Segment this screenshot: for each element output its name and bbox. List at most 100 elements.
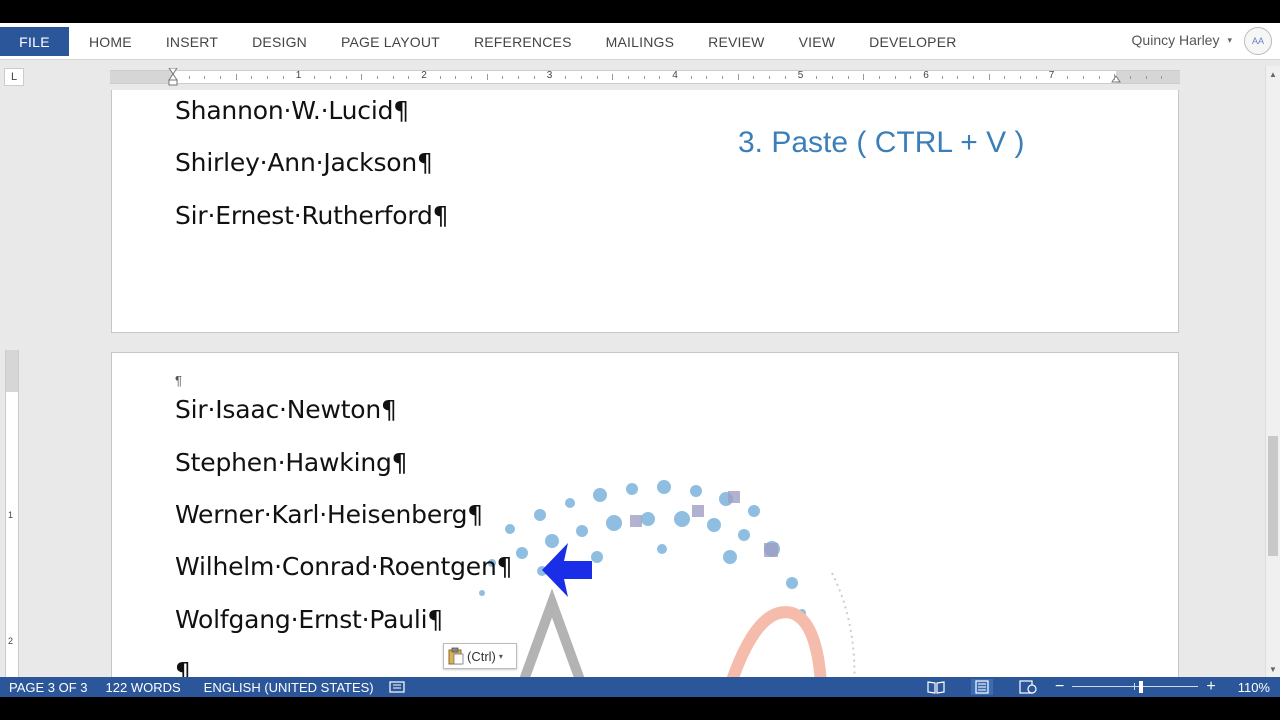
- ruler-number: 5: [797, 70, 804, 81]
- ruler-tick: [831, 76, 833, 79]
- ruler-tick: [1067, 76, 1069, 79]
- scroll-thumb[interactable]: [1268, 436, 1278, 556]
- right-indent-marker-icon[interactable]: [1111, 68, 1121, 86]
- print-layout-button[interactable]: [971, 679, 994, 695]
- ruler-tick: [1114, 74, 1116, 80]
- pointer-arrow-icon: [542, 543, 592, 597]
- paragraph-line[interactable]: Stephen·Hawking¶: [175, 448, 408, 477]
- user-account-menu[interactable]: Quincy Harley ▾: [1132, 32, 1232, 48]
- ruler-tick: [486, 74, 488, 80]
- chevron-down-icon: ▾: [498, 651, 503, 661]
- tab-developer[interactable]: DEVELOPER: [852, 34, 973, 50]
- ruler-tick: [1082, 76, 1084, 79]
- ruler-tick: [737, 74, 739, 80]
- zoom-slider[interactable]: [1072, 679, 1199, 695]
- tab-review[interactable]: REVIEW: [691, 34, 781, 50]
- ruler-tick: [1161, 76, 1163, 79]
- ruler-tick: [690, 76, 692, 79]
- web-layout-icon: [1019, 680, 1037, 694]
- video-letterbox-bottom: [0, 697, 1280, 720]
- ruler-tick: [361, 74, 363, 80]
- vertical-scrollbar[interactable]: ▲ ▼: [1265, 66, 1280, 677]
- ruler-tick: [863, 74, 865, 80]
- user-name: Quincy Harley: [1131, 32, 1220, 48]
- ruler-tick: [1035, 76, 1037, 79]
- ruler-tick: [204, 76, 206, 79]
- tab-stop-selector[interactable]: L: [4, 68, 24, 86]
- read-mode-button[interactable]: [925, 679, 947, 695]
- ruler-tick: [188, 76, 190, 79]
- ribbon-tabs: HOME INSERT DESIGN PAGE LAYOUT REFERENCE…: [72, 27, 974, 56]
- zoom-level-indicator[interactable]: 110%: [1220, 680, 1280, 695]
- zoom-out-button[interactable]: −: [1051, 678, 1068, 696]
- horizontal-ruler[interactable]: 1 2 3 4 5 6 7: [110, 68, 1180, 86]
- ruler-tick: [282, 76, 284, 79]
- paragraph-line[interactable]: Werner·Karl·Heisenberg¶: [175, 500, 483, 529]
- scroll-down-button[interactable]: ▼: [1266, 661, 1280, 677]
- ruler-tick: [439, 76, 441, 79]
- ruler-tick: [784, 76, 786, 79]
- ruler-number: 2: [421, 70, 427, 81]
- ruler-right-margin: [1116, 71, 1180, 83]
- document-page-current[interactable]: ¶ Sir·Isaac·Newton¶ Stephen·Hawking¶ Wer…: [111, 352, 1179, 713]
- ruler-tick: [345, 76, 347, 79]
- ruler-left-margin: [110, 71, 174, 83]
- paragraph-line[interactable]: Sir·Isaac·Newton¶: [175, 395, 397, 424]
- ruler-tick: [580, 76, 582, 79]
- ruler-tick: [596, 76, 598, 79]
- language-indicator[interactable]: ENGLISH (UNITED STATES): [190, 680, 383, 695]
- paragraph-line[interactable]: Shannon·W.·Lucid¶: [175, 96, 409, 125]
- paragraph-line[interactable]: Shirley·Ann·Jackson¶: [175, 148, 433, 177]
- vertical-ruler[interactable]: 1 2: [5, 350, 19, 680]
- page-count-indicator[interactable]: PAGE 3 OF 3: [0, 680, 97, 695]
- ruler-tick: [392, 76, 394, 79]
- ruler-tick: [408, 76, 410, 79]
- web-layout-button[interactable]: [1017, 679, 1039, 695]
- tab-design[interactable]: DESIGN: [235, 34, 324, 50]
- ruler-tick: [847, 76, 849, 79]
- vertical-ruler-number: 2: [8, 636, 14, 646]
- ruler-tick: [1004, 76, 1006, 79]
- zoom-slider-knob[interactable]: [1139, 681, 1144, 693]
- tab-view[interactable]: VIEW: [782, 34, 853, 50]
- ruler-tick: [643, 76, 645, 79]
- tab-home[interactable]: HOME: [72, 34, 149, 50]
- status-bar: PAGE 3 OF 3 122 WORDS ENGLISH (UNITED ST…: [0, 677, 1280, 697]
- tab-mailings[interactable]: MAILINGS: [589, 34, 692, 50]
- ruler-number: 1: [295, 70, 302, 81]
- indent-marker-icon[interactable]: [168, 68, 178, 86]
- scroll-up-button[interactable]: ▲: [1266, 66, 1280, 82]
- document-page-previous[interactable]: Shannon·W.·Lucid¶ Shirley·Ann·Jackson¶ S…: [111, 90, 1179, 333]
- ruler-tick: [988, 74, 990, 80]
- ruler-tick: [518, 76, 520, 79]
- ruler-tick: [455, 76, 457, 79]
- zoom-in-button[interactable]: +: [1202, 678, 1219, 696]
- ruler-tick: [329, 76, 331, 79]
- zoom-slider-track: [1072, 686, 1199, 687]
- ruler-tick: [565, 76, 567, 79]
- ruler-tick: [471, 76, 473, 79]
- tab-page-layout[interactable]: PAGE LAYOUT: [324, 34, 457, 50]
- avatar[interactable]: AA: [1244, 27, 1272, 55]
- tab-references[interactable]: REFERENCES: [457, 34, 589, 50]
- paragraph-line[interactable]: Wolfgang·Ernst·Pauli¶: [175, 605, 443, 634]
- empty-paragraph-mark[interactable]: ¶: [175, 373, 182, 388]
- logo-watermark-icon: [479, 480, 856, 713]
- ruler-tick: [220, 76, 222, 79]
- ruler-tick: [1129, 76, 1131, 79]
- ruler-tick: [910, 76, 912, 79]
- tab-insert[interactable]: INSERT: [149, 34, 235, 50]
- paragraph-line[interactable]: Wilhelm·Conrad·Roentgen¶: [175, 552, 513, 581]
- ruler-tick: [627, 76, 629, 79]
- ruler-tick: [957, 76, 959, 79]
- word-count-indicator[interactable]: 122 WORDS: [97, 680, 190, 695]
- ruler-tick: [235, 74, 237, 80]
- vertical-ruler-top-margin: [6, 350, 18, 392]
- ruler-tick: [941, 76, 943, 79]
- tab-file[interactable]: FILE: [0, 27, 69, 56]
- paragraph-line[interactable]: Sir·Ernest·Rutherford¶: [175, 201, 449, 230]
- paste-options-button[interactable]: (Ctrl) ▾: [443, 643, 517, 669]
- macro-recording-icon[interactable]: [389, 680, 407, 694]
- book-icon: [927, 681, 945, 694]
- ruler-tick: [722, 76, 724, 79]
